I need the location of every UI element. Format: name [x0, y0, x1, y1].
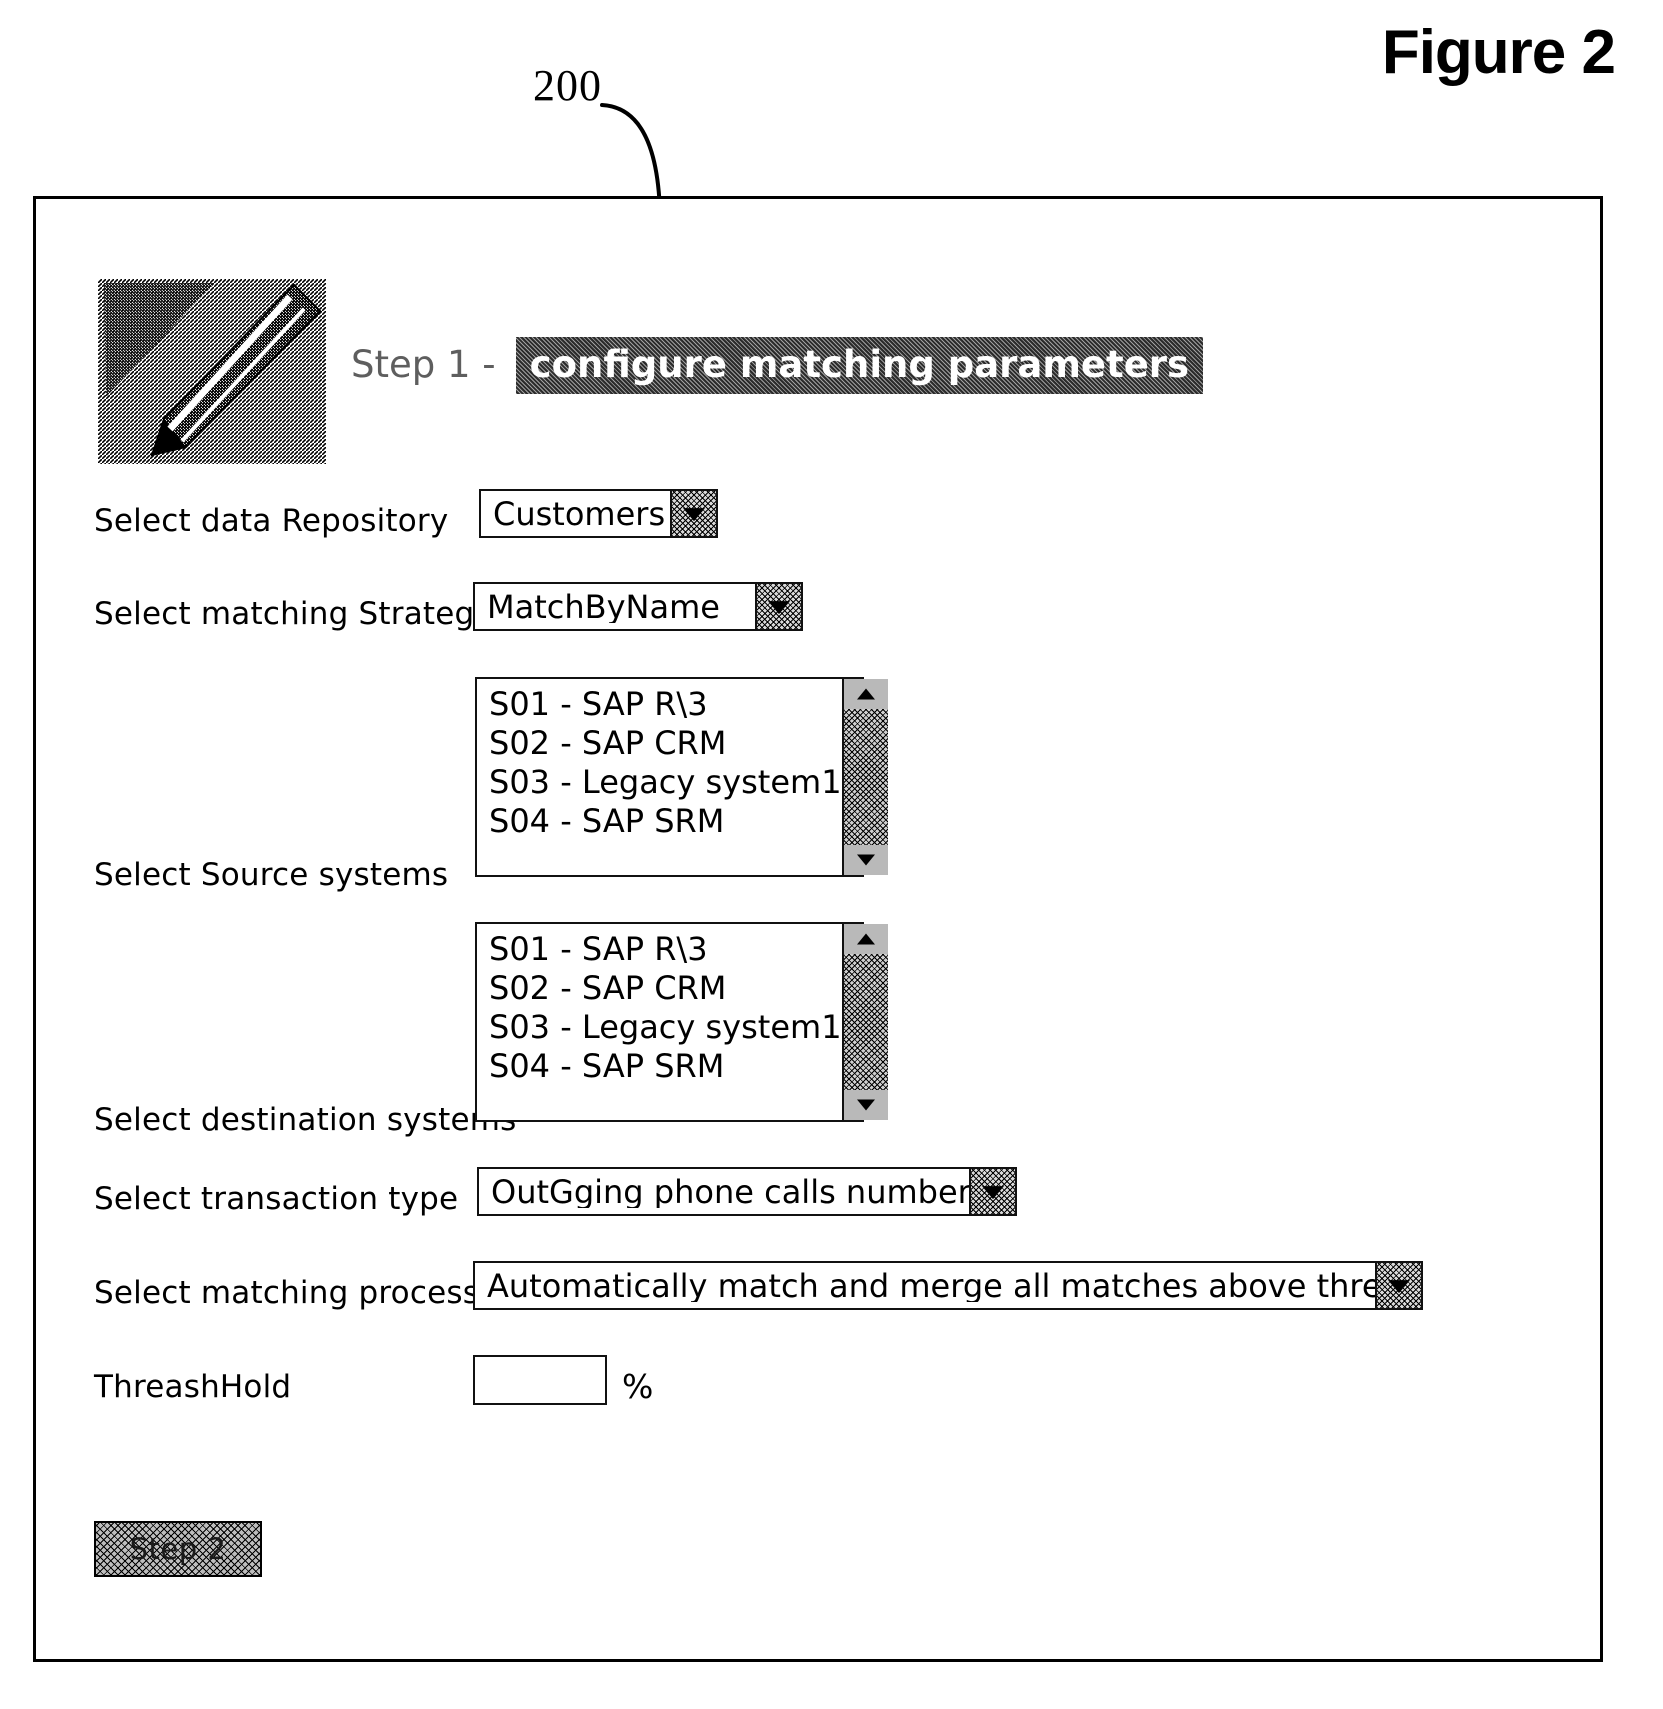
select-matching-strategy[interactable]: MatchByName	[473, 582, 803, 631]
dialog-header: Step 1 - configure matching parameters	[94, 279, 1514, 469]
select-source-systems[interactable]: S01 - SAP R\3 S02 - SAP CRM S03 - Legacy…	[475, 677, 888, 877]
label-matching-process: Select matching process	[94, 1275, 480, 1311]
step-label: Step 1 -	[351, 343, 496, 386]
list-item[interactable]: S02 - SAP CRM	[489, 969, 842, 1008]
list-item[interactable]: S03 - Legacy system1	[489, 1008, 842, 1047]
title-highlighted-text: configure matching parameters	[515, 337, 1204, 394]
transaction-type-value: OutGging phone calls numbers	[491, 1175, 969, 1208]
label-matching-strategy: Select matching Strategy	[94, 596, 493, 632]
source-systems-scrollbar[interactable]	[841, 679, 888, 875]
destination-systems-items[interactable]: S01 - SAP R\3 S02 - SAP CRM S03 - Legacy…	[477, 924, 842, 1120]
label-transaction-type: Select transaction type	[94, 1181, 459, 1217]
scroll-down-icon[interactable]	[843, 845, 888, 875]
matching-strategy-value: MatchByName	[487, 590, 720, 623]
matching-process-value: Automatically match and merge all matche…	[487, 1269, 1375, 1302]
list-item[interactable]: S03 - Legacy system1	[489, 763, 842, 802]
callout-leader-line	[600, 103, 662, 215]
label-data-repository: Select data Repository	[94, 503, 449, 539]
label-destination-systems: Select destination systems	[94, 1102, 517, 1138]
list-item[interactable]: S04 - SAP SRM	[489, 1047, 842, 1086]
figure-label: Figure 2	[1381, 18, 1616, 87]
list-item[interactable]: S01 - SAP R\3	[489, 930, 842, 969]
chevron-down-icon[interactable]	[1375, 1263, 1421, 1308]
pencil-diagonal-icon	[94, 279, 326, 464]
chevron-down-icon[interactable]	[670, 491, 716, 536]
list-item[interactable]: S02 - SAP CRM	[489, 724, 842, 763]
dialog-title: Step 1 - configure matching parameters	[351, 337, 1204, 394]
threshold-input[interactable]	[473, 1355, 607, 1405]
source-systems-items[interactable]: S01 - SAP R\3 S02 - SAP CRM S03 - Legacy…	[477, 679, 842, 875]
chevron-down-icon[interactable]	[755, 584, 801, 629]
list-item[interactable]: S01 - SAP R\3	[489, 685, 842, 724]
application-window: Step 1 - configure matching parameters S…	[33, 196, 1603, 1662]
scroll-up-icon[interactable]	[843, 924, 888, 954]
select-transaction-type[interactable]: OutGging phone calls numbers	[477, 1167, 1017, 1216]
label-source-systems: Select Source systems	[94, 857, 449, 893]
chevron-down-icon[interactable]	[969, 1169, 1015, 1214]
step-2-button[interactable]: Step 2	[94, 1521, 262, 1577]
scroll-down-icon[interactable]	[843, 1090, 888, 1120]
list-item[interactable]: S04 - SAP SRM	[489, 802, 842, 841]
select-matching-process[interactable]: Automatically match and merge all matche…	[473, 1261, 1423, 1310]
destination-systems-scrollbar[interactable]	[841, 924, 888, 1120]
select-destination-systems[interactable]: S01 - SAP R\3 S02 - SAP CRM S03 - Legacy…	[475, 922, 888, 1122]
data-repository-value: Customers	[493, 497, 666, 530]
threshold-unit: %	[622, 1367, 654, 1406]
callout-number-200: 200	[533, 61, 602, 110]
scroll-up-icon[interactable]	[843, 679, 888, 709]
select-data-repository[interactable]: Customers	[479, 489, 718, 538]
label-threshold: ThreashHold	[94, 1369, 292, 1405]
